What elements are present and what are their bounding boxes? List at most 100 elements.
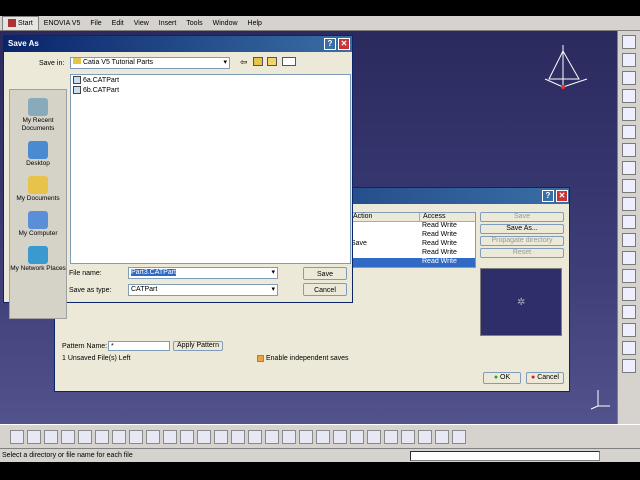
fly-mode-icon[interactable] (180, 429, 194, 444)
recent-documents-icon (28, 98, 48, 116)
menu-file[interactable]: File (85, 17, 106, 30)
menu-insert[interactable]: Insert (154, 17, 182, 30)
menu-tools[interactable]: Tools (181, 17, 207, 30)
tool-icon[interactable] (622, 53, 636, 67)
place-desktop[interactable]: Desktop (10, 141, 66, 168)
save-in-dropdown[interactable]: Catia V5 Tutorial Parts ▾ (70, 57, 230, 69)
reset-button[interactable]: Reset (480, 248, 564, 258)
whats-this-icon[interactable] (163, 429, 177, 444)
file-list[interactable]: 6a.CATPart 6b.CATPart (70, 74, 351, 264)
tool-icon[interactable] (622, 341, 636, 355)
tool-icon[interactable] (622, 89, 636, 103)
normal-view-icon[interactable] (282, 429, 296, 444)
tool-icon[interactable] (622, 359, 636, 373)
open-icon[interactable] (27, 429, 41, 444)
tool-icon[interactable] (452, 429, 466, 444)
tool-icon[interactable] (622, 215, 636, 229)
file-name-label: File name: (69, 270, 102, 277)
tool-icon[interactable] (622, 125, 636, 139)
help-icon[interactable]: ? (324, 38, 336, 50)
tool-icon[interactable] (622, 269, 636, 283)
tool-icon[interactable] (367, 429, 381, 444)
command-input[interactable] (410, 451, 600, 461)
print-icon[interactable] (61, 429, 75, 444)
place-recent[interactable]: My Recent Documents (10, 98, 66, 133)
save-as-type-label: Save as type: (69, 287, 112, 294)
save-as-button[interactable]: Save As... (480, 224, 564, 234)
table-row[interactable]: Save Read Write (351, 240, 475, 249)
views-icon[interactable] (299, 429, 313, 444)
hide-show-icon[interactable] (333, 429, 347, 444)
fit-all-icon[interactable] (197, 429, 211, 444)
save-icon[interactable] (44, 429, 58, 444)
save-button[interactable]: Save (480, 212, 564, 222)
place-my-computer[interactable]: My Computer (10, 211, 66, 238)
tool-icon[interactable] (435, 429, 449, 444)
tool-icon[interactable] (401, 429, 415, 444)
tool-icon[interactable] (622, 179, 636, 193)
compass-icon[interactable] (535, 39, 595, 99)
unsaved-count: 1 Unsaved File(s) Left (62, 355, 131, 362)
pattern-input[interactable]: * (108, 341, 170, 351)
tool-icon[interactable] (622, 107, 636, 121)
tool-icon[interactable] (622, 71, 636, 85)
new-icon[interactable] (10, 429, 24, 444)
help-icon[interactable]: ? (542, 190, 554, 202)
chevron-down-icon: ▾ (271, 269, 275, 276)
zoom-in-icon[interactable] (248, 429, 262, 444)
close-icon[interactable]: ✕ (338, 38, 350, 50)
tool-icon[interactable] (622, 305, 636, 319)
ok-icon: ● (493, 374, 499, 381)
paste-icon[interactable] (112, 429, 126, 444)
menu-help[interactable]: Help (243, 17, 267, 30)
zoom-out-icon[interactable] (265, 429, 279, 444)
views-icon[interactable] (282, 57, 296, 66)
menu-edit[interactable]: Edit (107, 17, 129, 30)
rotate-icon[interactable] (231, 429, 245, 444)
menu-enovia[interactable]: ENOVIA V5 (39, 17, 86, 30)
menu-start[interactable]: Start (2, 15, 39, 31)
file-item[interactable]: 6a.CATPart (71, 75, 350, 85)
save-button[interactable]: Save (303, 267, 347, 280)
cancel-button[interactable]: Cancel (303, 283, 347, 296)
redo-icon[interactable] (146, 429, 160, 444)
menu-window[interactable]: Window (208, 17, 243, 30)
tool-icon[interactable] (622, 197, 636, 211)
file-table: Action Access Read Write Read Write Save… (350, 212, 476, 268)
save-as-type-dropdown[interactable]: CATPart ▾ (128, 284, 278, 296)
undo-icon[interactable] (129, 429, 143, 444)
tool-icon[interactable] (622, 161, 636, 175)
table-row-selected[interactable]: Read Write (351, 258, 475, 267)
place-my-documents[interactable]: My Documents (10, 176, 66, 203)
menu-view[interactable]: View (129, 17, 154, 30)
tool-icon[interactable] (622, 143, 636, 157)
pan-icon[interactable] (214, 429, 228, 444)
tool-icon[interactable] (622, 287, 636, 301)
place-network[interactable]: My Network Places (10, 246, 66, 273)
propagate-directory-button[interactable]: Propagate directory (480, 236, 564, 246)
swap-visible-icon[interactable] (350, 429, 364, 444)
table-row[interactable]: Read Write (351, 222, 475, 231)
back-arrow-icon[interactable]: ⇦ (240, 57, 248, 68)
file-item[interactable]: 6b.CATPart (71, 85, 350, 95)
close-icon[interactable]: ✕ (556, 190, 568, 202)
new-folder-icon[interactable] (267, 57, 277, 66)
tool-icon[interactable] (418, 429, 432, 444)
render-style-icon[interactable] (316, 429, 330, 444)
up-folder-icon[interactable] (253, 57, 263, 66)
tool-icon[interactable] (622, 323, 636, 337)
tool-icon[interactable] (622, 233, 636, 247)
bottom-toolbar (0, 424, 640, 448)
independent-saves-checkbox[interactable] (257, 355, 264, 362)
apply-pattern-button[interactable]: Apply Pattern (173, 341, 223, 351)
copy-icon[interactable] (95, 429, 109, 444)
tool-icon[interactable] (622, 35, 636, 49)
cancel-button[interactable]: ● Cancel (526, 372, 564, 384)
cut-icon[interactable] (78, 429, 92, 444)
tool-icon[interactable] (384, 429, 398, 444)
table-row[interactable]: Read Write (351, 231, 475, 240)
ok-button[interactable]: ● OK (483, 372, 521, 384)
tool-icon[interactable] (622, 251, 636, 265)
file-name-input[interactable]: Part3.CATPart ▾ (128, 267, 278, 279)
table-row[interactable]: Read Write (351, 249, 475, 258)
